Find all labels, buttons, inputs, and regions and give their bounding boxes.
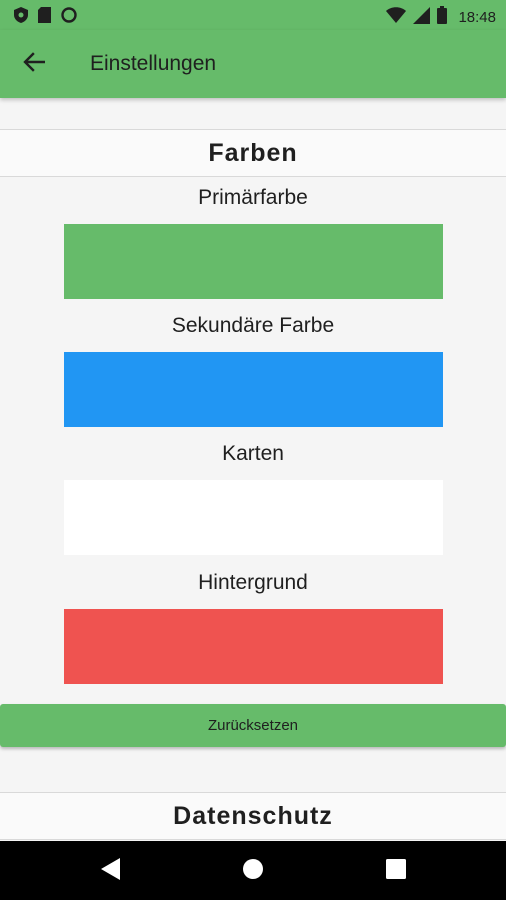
reset-button[interactable]: Zurücksetzen	[0, 704, 506, 747]
recents-square-icon	[386, 858, 406, 884]
arrow-back-icon	[23, 51, 46, 78]
signal-icon	[413, 6, 431, 29]
page-title: Einstellungen	[90, 52, 217, 75]
shield-icon	[14, 7, 28, 28]
section-header-privacy: Datenschutz	[0, 792, 506, 840]
background-color-swatch[interactable]	[64, 609, 443, 684]
status-time: 18:48	[458, 9, 496, 26]
status-bar: 18:48	[0, 0, 506, 30]
status-right-icons: 18:48	[386, 6, 496, 29]
nav-recents-button[interactable]	[383, 858, 409, 884]
home-circle-icon	[242, 858, 264, 885]
battery-icon	[437, 6, 448, 29]
primary-color-label: Primärfarbe	[198, 186, 308, 209]
primary-color-swatch[interactable]	[64, 224, 443, 299]
back-button[interactable]	[16, 46, 52, 82]
settings-content[interactable]: Farben Primärfarbe Sekundäre Farbe Karte…	[0, 98, 506, 841]
cards-color-swatch[interactable]	[64, 480, 443, 555]
sd-card-icon	[38, 7, 51, 28]
nav-back-button[interactable]	[98, 857, 124, 885]
background-color-label: Hintergrund	[198, 571, 308, 594]
navigation-bar	[0, 841, 506, 900]
section-header-colors: Farben	[0, 129, 506, 177]
status-left-icons	[14, 7, 77, 28]
circle-icon	[61, 7, 77, 28]
back-triangle-icon	[101, 857, 121, 885]
app-bar: Einstellungen	[0, 30, 506, 98]
nav-home-button[interactable]	[240, 858, 266, 884]
cards-color-label: Karten	[222, 442, 284, 465]
secondary-color-swatch[interactable]	[64, 352, 443, 427]
wifi-icon	[386, 7, 407, 28]
secondary-color-label: Sekundäre Farbe	[171, 314, 335, 337]
